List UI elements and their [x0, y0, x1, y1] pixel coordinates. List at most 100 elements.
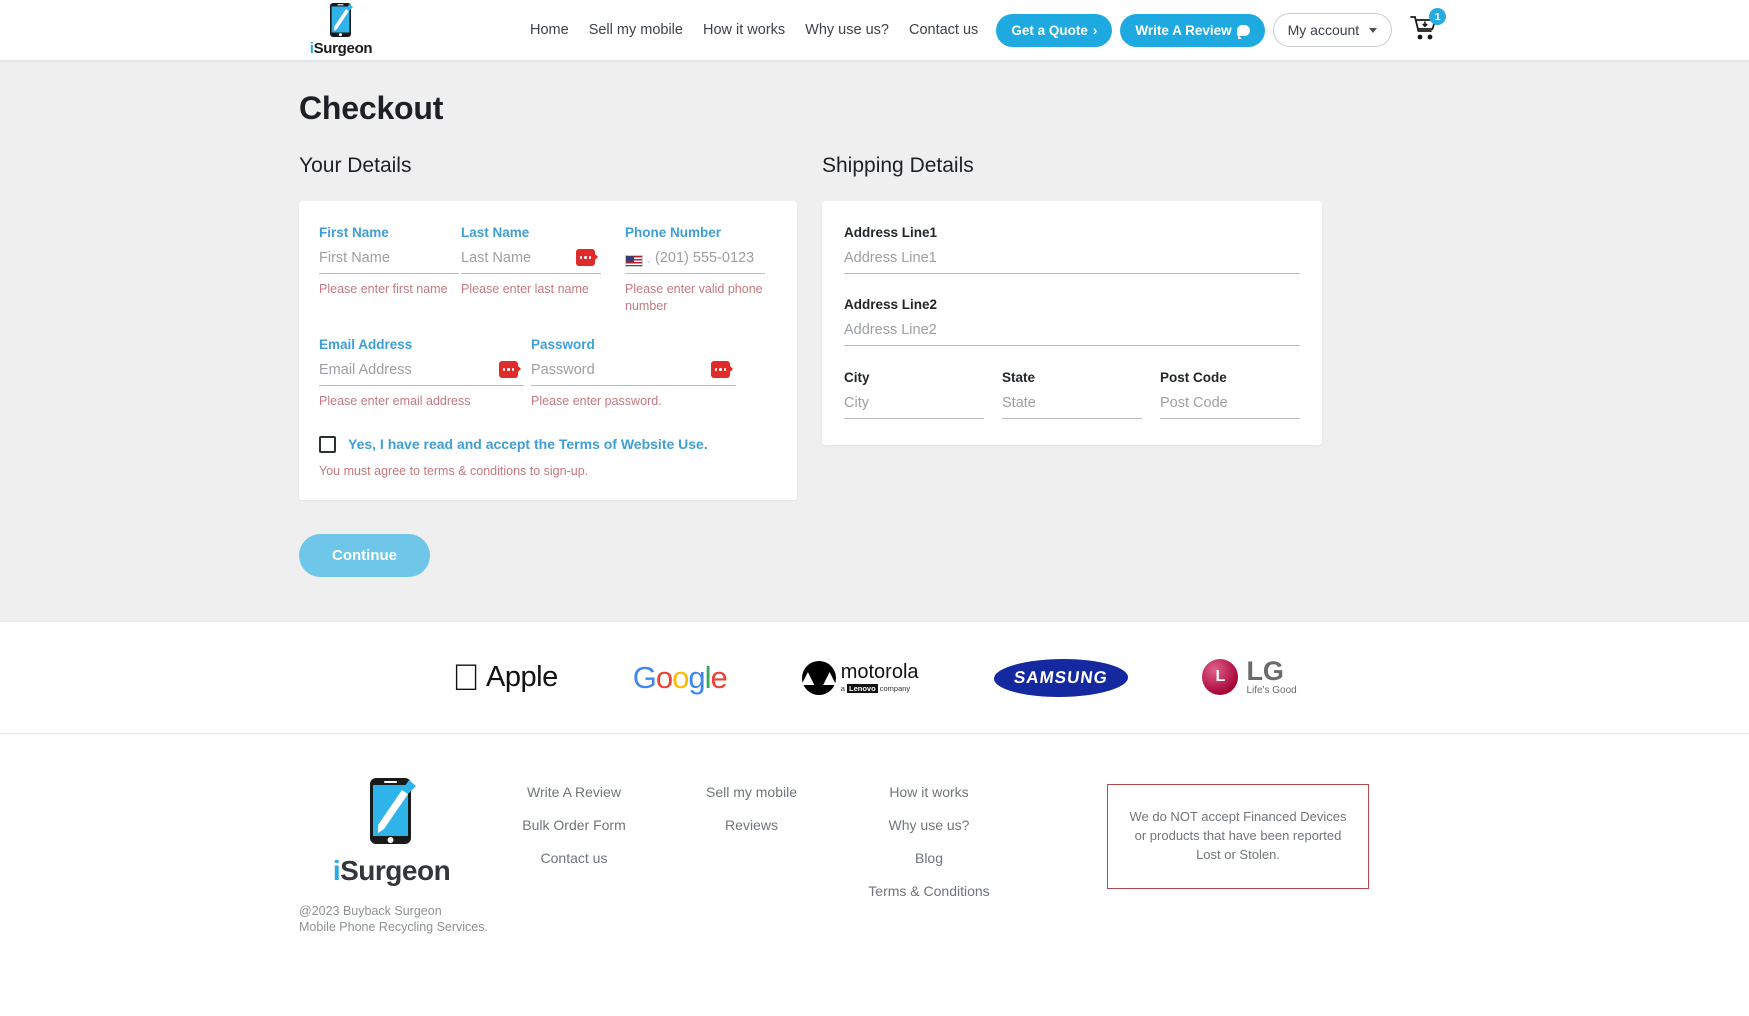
- address-line2-label: Address Line2: [844, 297, 938, 312]
- terms-checkbox[interactable]: [319, 435, 336, 453]
- footer-link-blog[interactable]: Blog: [839, 850, 1019, 866]
- write-a-review-button[interactable]: Write A Review: [1120, 13, 1265, 47]
- address-line1-field: Address Line1: [844, 225, 1300, 274]
- footer-logo-rest: Surgeon: [340, 855, 451, 886]
- footer-column-3: How it works Why use us? Blog Terms & Co…: [839, 776, 1019, 935]
- main-navigation: Home Sell my mobile How it works Why use…: [520, 0, 1447, 61]
- footer-link-reviews[interactable]: Reviews: [664, 817, 839, 833]
- first-name-field: First Name Please enter first name: [319, 225, 459, 315]
- address-line2-field: Address Line2: [844, 297, 1300, 346]
- nav-item-contact-us[interactable]: Contact us: [899, 0, 988, 61]
- logo-rest: Surgeon: [313, 40, 373, 57]
- state-label: State: [1002, 370, 1036, 385]
- footer-logo-wordmark: iSurgeon: [299, 855, 484, 887]
- nav-item-sell-my-mobile[interactable]: Sell my mobile: [579, 0, 693, 61]
- email-error: Please enter email address: [319, 393, 471, 408]
- password-error: Please enter password.: [531, 393, 662, 408]
- your-details-heading: Your Details: [299, 154, 412, 177]
- footer-column-2: Sell my mobile Reviews: [664, 776, 839, 935]
- terms-error: You must agree to terms & conditions to …: [319, 463, 589, 478]
- checkout-columns: Your Details First Name Please enter fir…: [0, 154, 1749, 500]
- password-field: Password Please enter password.: [531, 337, 736, 410]
- page-title: Checkout: [299, 90, 444, 126]
- chevron-right-icon: ›: [1092, 22, 1098, 38]
- google-label: Google: [618, 659, 728, 695]
- cart-count-badge: 1: [1429, 8, 1447, 25]
- last-name-label: Last Name: [461, 225, 530, 240]
- cart-button[interactable]: 1: [1410, 8, 1447, 45]
- terms-label[interactable]: Yes, I have read and accept the Terms of…: [348, 436, 708, 452]
- get-a-quote-label: Get a Quote: [1011, 22, 1088, 38]
- brand-motorola: ▲▲ motorola a Lenovo company: [797, 660, 919, 695]
- phone-input-group[interactable]: ·: [625, 248, 765, 274]
- phone-number-input[interactable]: [655, 248, 765, 273]
- address-line1-input[interactable]: [844, 248, 1300, 274]
- chevron-down-icon: [1369, 27, 1378, 33]
- city-input[interactable]: [844, 393, 984, 419]
- main-content: Checkout Your Details First Name Please …: [0, 62, 1749, 622]
- last-name-error-icon: [576, 249, 598, 266]
- footer-link-how-it-works[interactable]: How it works: [839, 784, 1019, 800]
- footer-link-write-a-review[interactable]: Write A Review: [484, 784, 664, 800]
- state-field: State: [1002, 370, 1142, 419]
- lg-face-icon: L: [1202, 659, 1239, 696]
- footer-link-why-use-us[interactable]: Why use us?: [839, 817, 1019, 833]
- city-field: City: [844, 370, 984, 419]
- lg-label: LG: [1232, 656, 1284, 687]
- email-password-row: Email Address Please enter email address…: [319, 337, 777, 410]
- postcode-label: Post Code: [1160, 370, 1227, 385]
- get-a-quote-button[interactable]: Get a Quote ›: [996, 13, 1113, 47]
- site-footer: iSurgeon @2023 Buyback Surgeon Mobile Ph…: [0, 734, 1749, 1016]
- site-header: iSurgeon Home Sell my mobile How it work…: [0, 0, 1749, 62]
- apple-label: Apple: [472, 661, 558, 693]
- footer-link-terms-conditions[interactable]: Terms & Conditions: [839, 883, 1019, 899]
- first-name-label: First Name: [319, 225, 389, 240]
- shipping-details-column: Shipping Details Address Line1 Address L…: [822, 154, 1322, 500]
- postcode-input[interactable]: [1160, 393, 1300, 419]
- last-name-error: Please enter last name: [461, 282, 589, 296]
- nav-item-why-use-us[interactable]: Why use us?: [795, 0, 899, 61]
- address-line1-label: Address Line1: [844, 225, 938, 240]
- us-flag-icon: [625, 254, 643, 267]
- continue-button[interactable]: Continue: [299, 533, 430, 577]
- copyright-line-2: Mobile Phone Recycling Services.: [299, 919, 488, 934]
- site-logo[interactable]: iSurgeon: [299, 2, 383, 56]
- first-name-input[interactable]: [319, 248, 459, 274]
- last-name-field: Last Name Please enter last name: [461, 225, 601, 315]
- footer-link-contact-us[interactable]: Contact us: [484, 850, 664, 866]
- lg-tagline: Life's Good: [1232, 684, 1296, 696]
- motorola-m-icon: ▲▲: [797, 660, 841, 695]
- email-field: Email Address Please enter email address: [319, 337, 524, 410]
- my-account-button[interactable]: My account: [1272, 13, 1393, 47]
- shipping-details-card: Address Line1 Address Line2 City State: [822, 201, 1322, 445]
- apple-icon: : [452, 659, 480, 696]
- brand-samsung: SAMSUNG: [991, 658, 1130, 697]
- financed-devices-notice: We do NOT accept Financed Devices or pro…: [1107, 784, 1369, 889]
- shipping-details-heading: Shipping Details: [822, 154, 974, 177]
- footer-logo-column: iSurgeon @2023 Buyback Surgeon Mobile Ph…: [299, 776, 488, 935]
- brand-lg: L LG Life's Good: [1202, 656, 1297, 696]
- email-input[interactable]: [319, 359, 524, 386]
- samsung-label: SAMSUNG: [991, 658, 1130, 697]
- footer-copyright: @2023 Buyback Surgeon Mobile Phone Recyc…: [299, 904, 488, 935]
- nav-item-how-it-works[interactable]: How it works: [693, 0, 795, 61]
- name-phone-row: First Name Please enter first name Last …: [319, 225, 777, 315]
- address-line2-input[interactable]: [844, 320, 1300, 346]
- copyright-line-1: @2023 Buyback Surgeon: [299, 904, 442, 918]
- state-input[interactable]: [1002, 393, 1142, 419]
- footer-link-bulk-order-form[interactable]: Bulk Order Form: [484, 817, 664, 833]
- phone-number-label: Phone Number: [625, 225, 722, 240]
- chat-bubble-icon: [1236, 24, 1250, 39]
- phone-country-separator: ·: [647, 253, 651, 268]
- nav-item-home[interactable]: Home: [520, 0, 579, 61]
- password-input[interactable]: [531, 359, 736, 386]
- brand-logos-strip:  Apple Google ▲▲ motorola a Lenovo comp…: [0, 622, 1749, 734]
- footer-link-sell-my-mobile[interactable]: Sell my mobile: [664, 784, 839, 800]
- my-account-label: My account: [1287, 22, 1360, 38]
- brand-google: Google: [618, 659, 728, 696]
- city-label: City: [844, 370, 870, 385]
- footer-column-1: Write A Review Bulk Order Form Contact u…: [484, 776, 664, 935]
- motorola-sublabel: a Lenovo company: [826, 684, 910, 693]
- your-details-column: Your Details First Name Please enter fir…: [299, 154, 797, 500]
- footer-inner: iSurgeon @2023 Buyback Surgeon Mobile Ph…: [0, 776, 1749, 935]
